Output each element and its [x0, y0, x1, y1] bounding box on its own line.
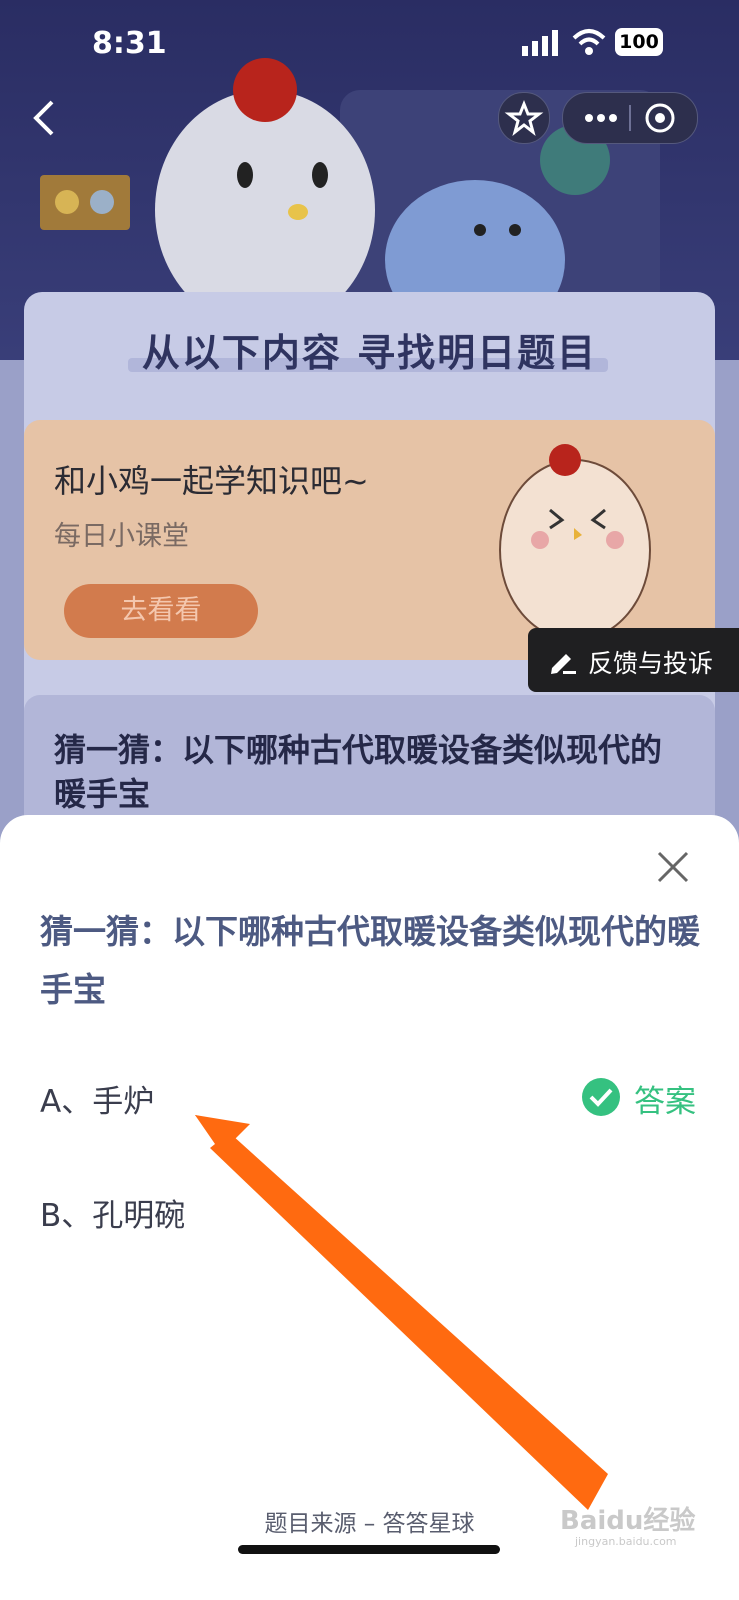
watermark-url: jingyan.baidu.com: [575, 1535, 677, 1548]
home-indicator: [238, 1545, 500, 1554]
annotation-arrow: [195, 1115, 608, 1510]
watermark: Baidu经验: [560, 1506, 696, 1536]
